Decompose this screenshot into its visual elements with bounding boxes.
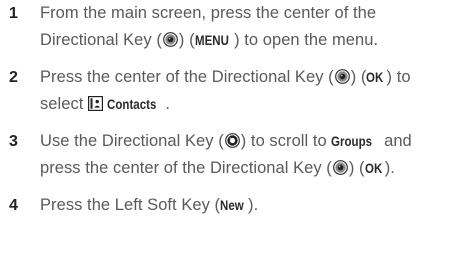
step-text-fragment: press the center of the Directional Key … bbox=[40, 159, 332, 177]
step-number: 1 bbox=[9, 5, 18, 22]
step-number: 2 bbox=[9, 69, 18, 86]
new-key-label: New bbox=[220, 197, 244, 213]
step-line: Directional Key ( ) (MENU ) to open the me… bbox=[40, 27, 470, 54]
step-text-fragment: From the main screen, press the center o… bbox=[40, 4, 377, 22]
step-text-fragment: select bbox=[40, 95, 89, 113]
step-line: Use the Directional Key () to scroll to … bbox=[40, 128, 470, 155]
step-text: Press the Left Soft Key (New). bbox=[40, 192, 470, 219]
step-number: 3 bbox=[9, 133, 18, 150]
step-line: Press the center of the Directional Key … bbox=[40, 64, 470, 91]
step-text: From the main screen, press the center o… bbox=[40, 0, 470, 54]
step-line: From the main screen, press the center o… bbox=[40, 0, 470, 27]
step-text-fragment: ) to open the menu. bbox=[234, 31, 379, 49]
step-line: press the center of the Directional Key … bbox=[40, 155, 470, 182]
step-text-fragment: Use the Directional Key ( bbox=[40, 132, 224, 150]
step-text: Press the center of the Directional Key … bbox=[40, 64, 470, 118]
step-text: Use the Directional Key () to scroll to … bbox=[40, 128, 470, 182]
step-text-fragment: and bbox=[379, 132, 412, 150]
step-text-fragment: ) ( bbox=[350, 68, 367, 86]
ok-key-label: OK bbox=[366, 69, 384, 85]
directional-key-center-icon bbox=[334, 69, 350, 84]
step-text-fragment: ) ( bbox=[348, 159, 365, 177]
menu-key-label: MENU bbox=[194, 32, 229, 48]
directional-key-center-icon bbox=[332, 160, 348, 175]
contacts-icon bbox=[88, 96, 104, 111]
step-text-fragment: ) to bbox=[386, 68, 411, 86]
step-text-fragment: Press the center of the Directional Key … bbox=[40, 68, 334, 86]
step-text-fragment: ) to scroll to bbox=[240, 132, 332, 150]
step-text-fragment: . bbox=[165, 95, 170, 113]
step-text-fragment: Press the Left Soft Key ( bbox=[40, 196, 221, 214]
ok-key-label: OK bbox=[364, 160, 382, 176]
step-text-fragment: Directional Key ( bbox=[40, 31, 162, 49]
directional-key-center-icon bbox=[163, 32, 178, 47]
step-line: select Contacts. bbox=[40, 91, 470, 118]
contacts-label: Contacts bbox=[107, 96, 157, 112]
step-number: 4 bbox=[9, 197, 18, 214]
step-line: Press the Left Soft Key (New). bbox=[40, 192, 470, 219]
step-text-fragment: ). bbox=[384, 159, 395, 177]
step-text-fragment: ). bbox=[248, 196, 259, 214]
directional-key-scroll-icon bbox=[224, 133, 240, 148]
groups-label: Groups bbox=[331, 133, 373, 149]
step-text-fragment: ) ( bbox=[178, 31, 195, 49]
